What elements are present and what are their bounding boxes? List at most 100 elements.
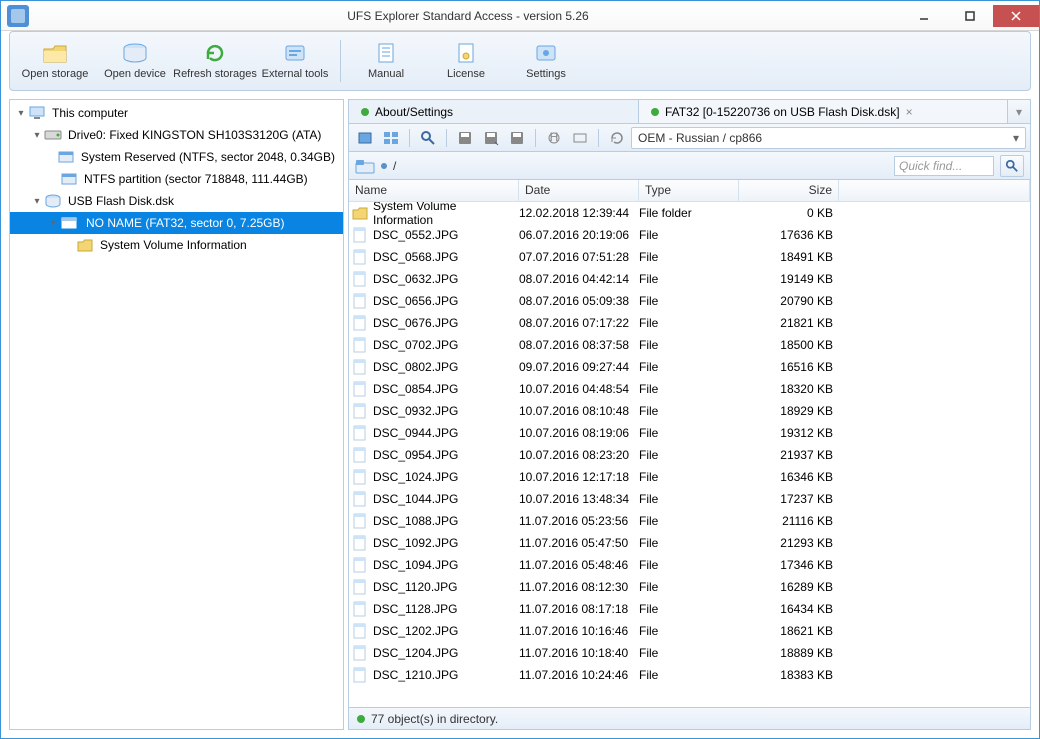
refresh-icon [202, 42, 228, 64]
file-icon [351, 271, 369, 287]
col-type[interactable]: Type [639, 180, 739, 201]
file-icon [351, 491, 369, 507]
status-dot-icon [361, 108, 369, 116]
inner-toolbar: H OEM - Russian / cp866 ▾ [349, 124, 1030, 152]
titlebar: UFS Explorer Standard Access - version 5… [1, 1, 1039, 31]
file-icon [351, 601, 369, 617]
file-row[interactable]: DSC_0802.JPG09.07.2016 09:27:44File16516… [349, 356, 1030, 378]
open-device-button[interactable]: Open device [96, 36, 174, 86]
window-title: UFS Explorer Standard Access - version 5… [35, 9, 901, 23]
part-icon [57, 149, 75, 165]
tree-item[interactable]: System Reserved (NTFS, sector 2048, 0.34… [10, 146, 343, 168]
refresh-storages-button[interactable]: Refresh storages [176, 36, 254, 86]
settings-button[interactable]: Settings [507, 36, 585, 86]
manual-button[interactable]: Manual [347, 36, 425, 86]
file-row[interactable]: DSC_0944.JPG10.07.2016 08:19:06File19312… [349, 422, 1030, 444]
file-row[interactable]: DSC_0656.JPG08.07.2016 05:09:38File20790… [349, 290, 1030, 312]
dropdown-icon: ▾ [1013, 131, 1019, 145]
expand-icon[interactable]: ▾ [30, 196, 44, 207]
file-icon [351, 667, 369, 683]
file-row[interactable]: DSC_1210.JPG11.07.2016 10:24:46File18383… [349, 664, 1030, 686]
settings-icon [533, 42, 559, 64]
file-icon [351, 623, 369, 639]
file-row[interactable]: DSC_1204.JPG11.07.2016 10:18:40File18889… [349, 642, 1030, 664]
folder-icon [42, 42, 68, 64]
file-list-header[interactable]: Name Date Type Size [349, 180, 1030, 202]
btn-refresh[interactable] [605, 127, 629, 149]
quick-find-button[interactable] [1000, 155, 1024, 177]
file-row[interactable]: DSC_1202.JPG11.07.2016 10:16:46File18621… [349, 620, 1030, 642]
encoding-select[interactable]: OEM - Russian / cp866 ▾ [631, 127, 1026, 149]
external-tools-button[interactable]: External tools [256, 36, 334, 86]
tree-item[interactable]: System Volume Information [10, 234, 343, 256]
maximize-button[interactable] [947, 5, 993, 27]
col-size[interactable]: Size [739, 180, 839, 201]
license-icon [453, 42, 479, 64]
tab-about-settings[interactable]: About/Settings [349, 100, 639, 123]
disk-icon [44, 193, 62, 209]
file-row[interactable]: DSC_0954.JPG10.07.2016 08:23:20File21937… [349, 444, 1030, 466]
status-bar: 77 object(s) in directory. [349, 707, 1030, 729]
col-name[interactable]: Name [349, 180, 519, 201]
quick-find-input[interactable]: Quick find... [894, 156, 994, 176]
tree-item[interactable]: ▾Drive0: Fixed KINGSTON SH103S3120G (ATA… [10, 124, 343, 146]
file-row[interactable]: DSC_1128.JPG11.07.2016 08:17:18File16434… [349, 598, 1030, 620]
file-row[interactable]: DSC_1044.JPG10.07.2016 13:48:34File17237… [349, 488, 1030, 510]
file-icon [351, 557, 369, 573]
btn-hex[interactable]: H [542, 127, 566, 149]
file-icon [351, 403, 369, 419]
computer-icon [28, 105, 46, 121]
tree-item[interactable]: ▾NO NAME (FAT32, sector 0, 7.25GB) [10, 212, 343, 234]
expand-icon[interactable]: ▾ [30, 130, 44, 141]
file-row[interactable]: DSC_0932.JPG10.07.2016 08:10:48File18929… [349, 400, 1030, 422]
file-row[interactable]: DSC_0676.JPG08.07.2016 07:17:22File21821… [349, 312, 1030, 334]
file-row[interactable]: DSC_0568.JPG07.07.2016 07:51:28File18491… [349, 246, 1030, 268]
file-row[interactable]: DSC_0854.JPG10.07.2016 04:48:54File18320… [349, 378, 1030, 400]
file-icon [351, 249, 369, 265]
tree-item[interactable]: NTFS partition (sector 718848, 111.44GB) [10, 168, 343, 190]
expand-icon[interactable]: ▾ [46, 218, 60, 229]
tree-item[interactable]: ▾This computer [10, 102, 343, 124]
hdd-icon [44, 127, 62, 143]
status-text: 77 object(s) in directory. [371, 712, 498, 726]
tab-close-icon[interactable]: × [906, 105, 913, 119]
btn-hex2[interactable] [568, 127, 592, 149]
tab-fat32[interactable]: FAT32 [0-15220736 on USB Flash Disk.dsk]… [639, 100, 1008, 123]
minimize-button[interactable] [901, 5, 947, 27]
file-row[interactable]: DSC_0632.JPG08.07.2016 04:42:14File19149… [349, 268, 1030, 290]
part-sel-icon [60, 215, 78, 231]
btn-save[interactable] [453, 127, 477, 149]
file-icon [351, 381, 369, 397]
file-row[interactable]: DSC_0702.JPG08.07.2016 08:37:58File18500… [349, 334, 1030, 356]
btn-2[interactable] [379, 127, 403, 149]
open-storage-button[interactable]: Open storage [16, 36, 94, 86]
file-row[interactable]: DSC_1024.JPG10.07.2016 12:17:18File16346… [349, 466, 1030, 488]
file-icon [351, 447, 369, 463]
file-row[interactable]: DSC_0552.JPG06.07.2016 20:19:06File17636… [349, 224, 1030, 246]
col-date[interactable]: Date [519, 180, 639, 201]
file-row[interactable]: DSC_1120.JPG11.07.2016 08:12:30File16289… [349, 576, 1030, 598]
folder-icon [351, 205, 369, 221]
file-icon [351, 469, 369, 485]
license-button[interactable]: License [427, 36, 505, 86]
file-row[interactable]: System Volume Information12.02.2018 12:3… [349, 202, 1030, 224]
close-button[interactable] [993, 5, 1039, 27]
right-pane: About/Settings FAT32 [0-15220736 on USB … [348, 99, 1031, 730]
storage-tree-pane[interactable]: ▾This computer▾Drive0: Fixed KINGSTON SH… [9, 99, 344, 730]
file-list[interactable]: System Volume Information12.02.2018 12:3… [349, 202, 1030, 707]
window-buttons [901, 5, 1039, 27]
btn-1[interactable] [353, 127, 377, 149]
file-row[interactable]: DSC_1092.JPG11.07.2016 05:47:50File21293… [349, 532, 1030, 554]
btn-save2[interactable] [479, 127, 503, 149]
file-row[interactable]: DSC_1088.JPG11.07.2016 05:23:56File21116… [349, 510, 1030, 532]
search-icon[interactable] [416, 127, 440, 149]
tree-item[interactable]: ▾USB Flash Disk.dsk [10, 190, 343, 212]
manual-icon [373, 42, 399, 64]
btn-save3[interactable] [505, 127, 529, 149]
path-text[interactable]: / [393, 159, 396, 173]
file-icon [351, 579, 369, 595]
tab-overflow[interactable]: ▾ [1008, 100, 1030, 123]
file-row[interactable]: DSC_1094.JPG11.07.2016 05:48:46File17346… [349, 554, 1030, 576]
expand-icon[interactable]: ▾ [14, 108, 28, 119]
drive-icon [122, 42, 148, 64]
